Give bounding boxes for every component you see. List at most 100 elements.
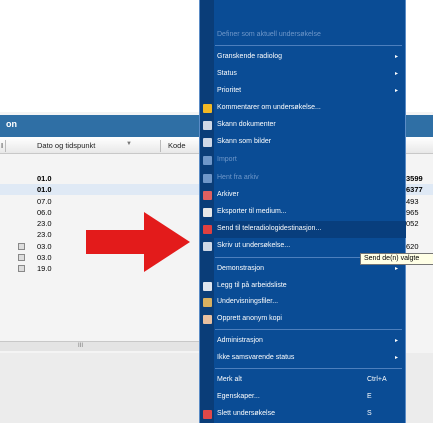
- scan-images-icon: [203, 138, 212, 147]
- teleradiology-icon: [203, 225, 212, 234]
- submenu-arrow-icon: ▸: [394, 54, 398, 60]
- row-date: 01.0: [37, 185, 52, 194]
- column-header-marker[interactable]: I: [1, 141, 3, 150]
- import-icon: [203, 156, 212, 165]
- column-separator[interactable]: [5, 140, 6, 152]
- menu-item-opprett-anonym-kopi[interactable]: Opprett anonym kopi: [200, 311, 406, 328]
- row-date: 07.0: [37, 197, 52, 206]
- note-icon: [203, 104, 212, 113]
- row-date: 01.0: [37, 174, 52, 183]
- menu-item-status[interactable]: Status ▸: [200, 66, 406, 83]
- pane-header-right: [405, 115, 433, 137]
- menu-item-label: Import: [217, 156, 237, 163]
- menu-item-shortcut: S: [367, 410, 372, 417]
- menu-item-slett-undersøkelse[interactable]: Slett undersøkelse S: [200, 406, 406, 423]
- menu-item-label: Eksporter til medium...: [217, 208, 287, 215]
- context-menu: Definer som aktuell undersøkelse Gransken…: [199, 0, 406, 423]
- menu-item-hent-fra-arkiv[interactable]: Hent fra arkiv: [200, 170, 406, 187]
- delete-icon: [203, 410, 212, 419]
- submenu-arrow-icon: ▸: [394, 88, 398, 94]
- menu-separator: [215, 329, 402, 330]
- row-code: 965: [406, 208, 419, 217]
- column-header-date[interactable]: Dato og tidspunkt: [37, 141, 95, 150]
- archive-icon: [203, 191, 212, 200]
- menu-item-label: Hent fra arkiv: [217, 174, 259, 181]
- menu-item-label: Kommentarer om undersøkelse...: [217, 104, 321, 111]
- export-icon: [203, 208, 212, 217]
- menu-item-import[interactable]: Import: [200, 152, 406, 169]
- menu-item-label: Skann dokumenter: [217, 121, 276, 128]
- menu-item-shortcut: E: [367, 393, 372, 400]
- menu-item-legg-til-på-arbeidsliste[interactable]: Legg til på arbeidsliste: [200, 278, 406, 295]
- row-code: 3599: [406, 174, 423, 183]
- row-date: 23.0: [37, 219, 52, 228]
- pane-header-label: on: [6, 119, 17, 129]
- menu-item-label: Legg til på arbeidsliste: [217, 282, 287, 289]
- row-code: 620: [406, 242, 419, 251]
- menu-item-label: Merk alt: [217, 376, 242, 383]
- column-header-code[interactable]: Kode: [168, 141, 186, 150]
- menu-separator: [215, 45, 402, 46]
- menu-item-egenskaper[interactable]: Egenskaper... E: [200, 389, 406, 406]
- submenu-arrow-icon: ▸: [394, 338, 398, 344]
- menu-item-label: Prioritet: [217, 87, 242, 94]
- menu-item-label: Definer som aktuell undersøkelse: [217, 31, 321, 38]
- red-arrow-annotation: [86, 212, 190, 272]
- row-code: 6377: [406, 185, 423, 194]
- menu-item-label: Demonstrasjon: [217, 265, 265, 272]
- row-date: 19.0: [37, 264, 52, 273]
- sort-descending-icon[interactable]: ▼: [126, 141, 132, 147]
- menu-item-send-til-teleradiologidestinasjon[interactable]: Send til teleradiologidestinasjon...: [200, 221, 406, 238]
- menu-item-administrasjon[interactable]: Administrasjon ▸: [200, 333, 406, 350]
- study-icon: [18, 265, 25, 272]
- row-code: 052: [406, 219, 419, 228]
- menu-separator: [215, 368, 402, 369]
- submenu-arrow-icon: ▸: [394, 355, 398, 361]
- menu-item-skann-dokumenter[interactable]: Skann dokumenter: [200, 117, 406, 134]
- menu-item-prioritet[interactable]: Prioritet ▸: [200, 83, 406, 100]
- menu-item-label: Undervisningsfiler...: [217, 298, 279, 305]
- row-date: 03.0: [37, 242, 52, 251]
- anonymous-icon: [203, 315, 212, 324]
- menu-item-label: Ikke samsvarende status: [217, 354, 295, 361]
- scan-icon: [203, 121, 212, 130]
- worklist-icon: [203, 282, 212, 291]
- row-date: 03.0: [37, 253, 52, 262]
- menu-item-label: Arkiver: [217, 191, 239, 198]
- menu-item-skann-som-bilder[interactable]: Skann som bilder: [200, 134, 406, 151]
- menu-item-label: Administrasjon: [217, 337, 263, 344]
- pane-header: on: [0, 115, 200, 137]
- menu-item-eksporter-til-medium[interactable]: Eksporter til medium...: [200, 204, 406, 221]
- menu-item-definer-som-aktuell-undersøkelse[interactable]: Definer som aktuell undersøkelse: [200, 27, 406, 44]
- submenu-arrow-icon: ▸: [394, 266, 398, 272]
- menu-item-shortcut: Ctrl+A: [367, 376, 387, 383]
- retrieve-icon: [203, 174, 212, 183]
- row-date: 06.0: [37, 208, 52, 217]
- tooltip: Send de(n) valgte: [360, 253, 433, 265]
- menu-item-label: Send til teleradiologidestinasjon...: [217, 225, 322, 232]
- menu-item-label: Opprett anonym kopi: [217, 315, 282, 322]
- menu-item-label: Skann som bilder: [217, 138, 272, 145]
- teaching-icon: [203, 298, 212, 307]
- column-separator[interactable]: [160, 140, 161, 152]
- menu-item-label: Granskende radiolog: [217, 53, 282, 60]
- study-icon: [18, 254, 25, 261]
- study-icon: [18, 243, 25, 250]
- menu-item-label: Skriv ut undersøkelse...: [217, 242, 291, 249]
- row-date: 23.0: [37, 230, 52, 239]
- menu-item-kommentarer-om-undersøkelse[interactable]: Kommentarer om undersøkelse...: [200, 100, 406, 117]
- menu-item-undervisningsfiler[interactable]: Undervisningsfiler...: [200, 294, 406, 311]
- scrollbar-grip[interactable]: III: [78, 343, 83, 349]
- menu-item-label: Status: [217, 70, 237, 77]
- menu-item-merk-alt[interactable]: Merk alt Ctrl+A: [200, 372, 406, 389]
- menu-item-label: Egenskaper...: [217, 393, 260, 400]
- print-icon: [203, 242, 212, 251]
- menu-item-arkiver[interactable]: Arkiver: [200, 187, 406, 204]
- bottom-pane-right: [405, 353, 433, 423]
- horizontal-scrollbar[interactable]: III: [0, 341, 200, 351]
- menu-item-granskende-radiolog[interactable]: Granskende radiolog ▸: [200, 49, 406, 66]
- bottom-pane: [0, 353, 200, 423]
- menu-item-ikke-samsvarende-status[interactable]: Ikke samsvarende status ▸: [200, 350, 406, 367]
- submenu-arrow-icon: ▸: [394, 71, 398, 77]
- menu-item-label: Slett undersøkelse: [217, 410, 275, 417]
